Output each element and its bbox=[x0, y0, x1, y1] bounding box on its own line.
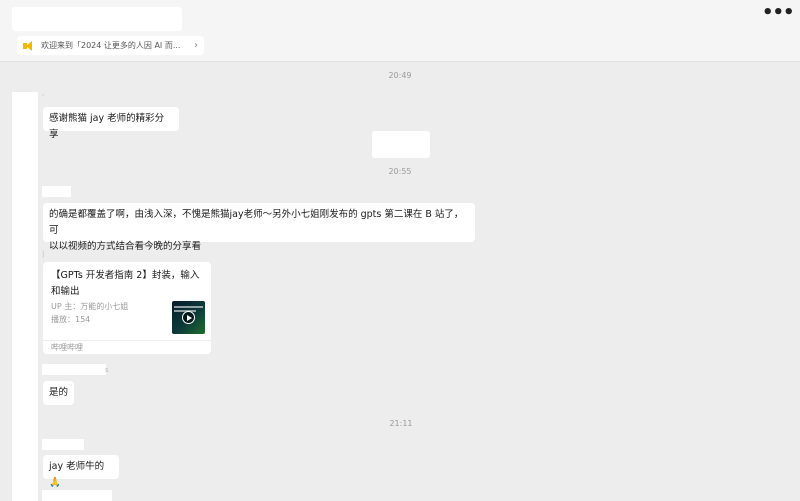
video-thumbnail bbox=[172, 301, 205, 334]
message-text-line: 以以视频的方式结合看今晚的分享看 bbox=[49, 241, 202, 252]
sender-name-redacted bbox=[42, 364, 106, 375]
chat-title-redacted bbox=[12, 7, 182, 31]
message-text: 感谢熊猫 jay 老师的精彩分享 bbox=[49, 113, 165, 140]
avatar-column-redacted bbox=[12, 92, 38, 501]
sender-name-redacted: | bbox=[42, 250, 45, 258]
timestamp: 20:55 bbox=[388, 167, 412, 176]
message-text: 是的 bbox=[49, 387, 69, 398]
group-announcement-bar[interactable]: 欢迎来到「2024 让更多的人因 AI 而... › bbox=[17, 36, 204, 55]
announcement-text: 欢迎来到「2024 让更多的人因 AI 而... bbox=[41, 41, 181, 50]
sender-name-redacted bbox=[42, 439, 84, 450]
message-bubble[interactable]: jay 老师牛的🙏 bbox=[43, 455, 119, 488]
link-title-line: 和输出 bbox=[51, 286, 80, 297]
thumbnail-text-line bbox=[174, 306, 203, 308]
card-divider bbox=[43, 340, 211, 341]
link-title-line: 【GPTs 开发者指南 2】封装，输入 bbox=[51, 270, 200, 281]
more-options-button[interactable]: ••• bbox=[762, 4, 795, 26]
message-bubble[interactable]: 感谢熊猫 jay 老师的精彩分享 bbox=[43, 107, 179, 140]
message-bubble[interactable]: 的确是都覆盖了啊，由浅入深，不愧是熊猫jay老师～另外小七姐刚发布的 gpts … bbox=[43, 203, 475, 252]
chevron-right-icon: › bbox=[194, 40, 198, 51]
link-source-text: 哔哩哔哩 bbox=[51, 343, 83, 352]
speaker-icon bbox=[23, 40, 35, 51]
chat-header: ••• 欢迎来到「2024 让更多的人因 AI 而... › bbox=[0, 0, 800, 62]
redacted-message-card bbox=[372, 131, 430, 158]
uploader-text: UP 主：万能的小七姐 bbox=[51, 302, 129, 311]
sender-name-redacted: s bbox=[105, 366, 109, 374]
message-text: jay 老师牛的🙏 bbox=[49, 461, 105, 488]
timestamp: 20:49 bbox=[388, 71, 412, 80]
sender-name-redacted: ' bbox=[42, 93, 44, 101]
message-bubble[interactable]: 是的 bbox=[43, 381, 74, 405]
timestamp: 21:11 bbox=[389, 419, 413, 428]
sender-name-redacted bbox=[42, 490, 112, 501]
sender-name-redacted bbox=[42, 186, 71, 197]
plays-count-text: 播放：154 bbox=[51, 315, 91, 324]
play-icon bbox=[182, 311, 195, 324]
video-link-card[interactable]: 【GPTs 开发者指南 2】封装，输入 和输出 UP 主：万能的小七姐 播放：1… bbox=[43, 262, 211, 354]
link-card-title: 【GPTs 开发者指南 2】封装，输入 和输出 bbox=[51, 268, 209, 300]
message-text-line: 的确是都覆盖了啊，由浅入深，不愧是熊猫jay老师～另外小七姐刚发布的 gpts … bbox=[49, 209, 464, 236]
